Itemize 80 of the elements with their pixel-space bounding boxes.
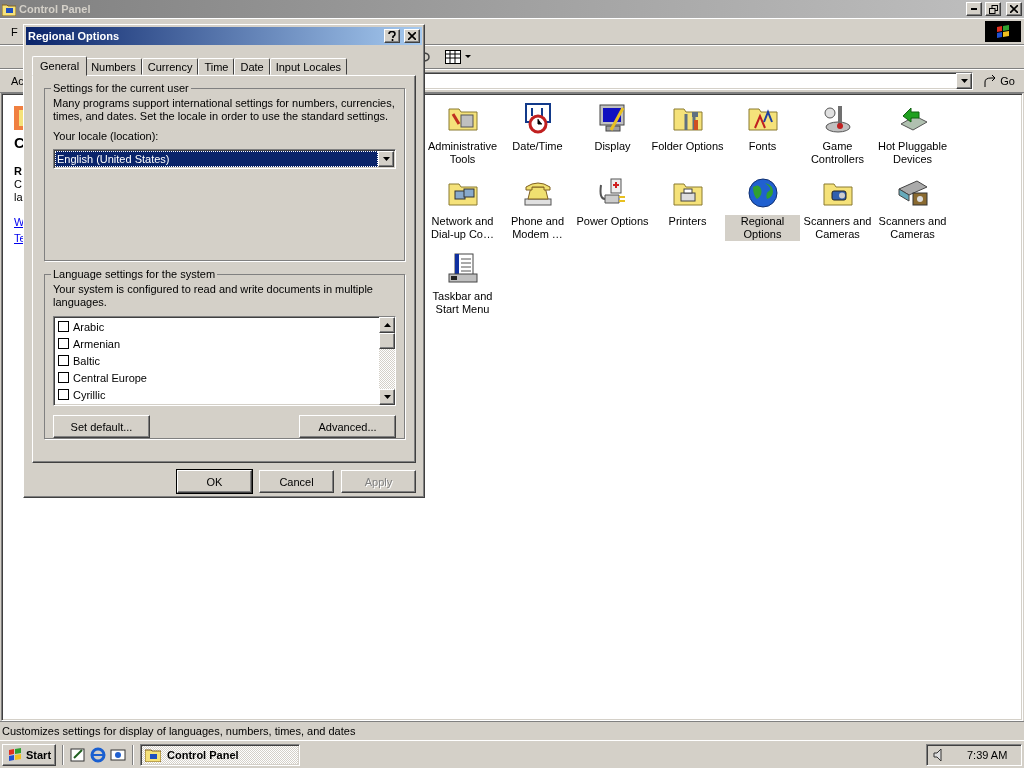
clock: 7:39 AM — [967, 748, 1008, 761]
group-label: Settings for the current user — [52, 82, 190, 94]
checkbox[interactable] — [58, 389, 69, 400]
restore-icon — [988, 4, 998, 14]
tab[interactable]: Input Locales — [269, 58, 348, 75]
control-panel-icon — [2, 2, 16, 16]
dialog-button[interactable]: Set default... — [53, 415, 150, 438]
restore-button[interactable] — [985, 2, 1001, 16]
item-label[interactable]: Administrative Tools — [425, 140, 500, 166]
question-mark-icon — [388, 31, 396, 41]
language-label: Arabic — [73, 320, 105, 333]
help-button[interactable] — [384, 29, 400, 43]
item-label[interactable]: Fonts — [747, 140, 778, 153]
pane-text: C — [14, 178, 22, 191]
menu-item[interactable]: F — [11, 25, 18, 38]
item-label[interactable]: Printers — [667, 215, 708, 228]
scroll-thumb[interactable] — [379, 333, 395, 349]
item-label[interactable]: Scanners and Cameras — [875, 215, 950, 241]
field-label: Your locale (location): — [53, 130, 160, 142]
channel-icon[interactable] — [110, 746, 127, 763]
dialog-button[interactable]: Cancel — [259, 470, 334, 493]
item-label[interactable]: Date/Time — [511, 140, 564, 153]
address-label: Ac — [11, 75, 24, 87]
item-label[interactable]: Scanners and Cameras — [800, 215, 875, 241]
description-text: Your system is configured to read and write documents in multiple languages. — [53, 283, 374, 309]
windows-logo-icon — [7, 746, 23, 763]
scrollbar[interactable] — [379, 317, 395, 405]
tab[interactable]: General — [32, 56, 88, 76]
window-title: Control Panel — [19, 3, 92, 15]
checkbox[interactable] — [58, 321, 69, 332]
globe-icon — [746, 177, 779, 209]
caret-icon — [382, 157, 390, 161]
item-label[interactable]: Game Controllers — [800, 140, 875, 166]
language-label: Central Europe — [73, 371, 147, 384]
close-button[interactable] — [404, 29, 420, 43]
group-label: Language settings for the system — [52, 268, 217, 280]
tab[interactable]: Currency — [141, 58, 199, 75]
browser-icon[interactable] — [90, 746, 107, 763]
taskbar-icon — [446, 252, 479, 284]
item-label[interactable]: Taskbar and Start Menu — [425, 290, 500, 316]
item-label[interactable]: Display — [593, 140, 632, 153]
dialog-button[interactable]: OK — [177, 470, 252, 493]
tab[interactable]: Time — [198, 58, 235, 75]
dialog-title: Regional Options — [28, 30, 121, 42]
tab[interactable]: Date — [234, 58, 270, 75]
pane-text: R — [14, 165, 22, 178]
close-icon — [408, 32, 416, 40]
status-text: Customizes settings for display of languages, numbers, times, and dates — [2, 725, 356, 737]
item-label[interactable]: Network and Dial-up Co… — [425, 215, 500, 241]
close-icon — [1010, 5, 1018, 13]
checkbox[interactable] — [58, 372, 69, 383]
dialog-button[interactable]: Advanced... — [299, 415, 396, 438]
item-label[interactable]: Hot Pluggable Devices — [875, 140, 950, 166]
checkbox[interactable] — [58, 355, 69, 366]
checkbox[interactable] — [58, 338, 69, 349]
minimize-button[interactable] — [966, 2, 982, 16]
item-label[interactable]: Regional Options — [725, 215, 800, 241]
down-arrow-icon — [383, 395, 391, 399]
minimize-icon — [971, 8, 977, 10]
language-label: Cyrillic — [73, 388, 106, 401]
pane-text: la — [14, 191, 23, 204]
views-icon[interactable] — [445, 50, 461, 64]
desktop-icon[interactable] — [70, 746, 87, 763]
language-label: Baltic — [73, 354, 100, 367]
dropdown-button[interactable] — [956, 73, 973, 89]
item-label[interactable]: Folder Options — [650, 140, 725, 153]
taskbar-button[interactable]: Control Panel — [140, 743, 301, 766]
description-text: Many programs support international settings for numbers, currencies, times, and dates. Set the locale in order to use the standard settings. — [53, 97, 396, 123]
locale-dropdown[interactable]: English (United States) — [53, 149, 396, 169]
tab[interactable]: Numbers — [85, 58, 142, 75]
caret-icon — [960, 79, 968, 83]
start-button[interactable]: Start — [2, 743, 57, 766]
item-label[interactable]: Power Options — [575, 215, 650, 228]
up-arrow-icon — [383, 323, 391, 327]
caret-icon[interactable] — [465, 55, 471, 59]
windows-logo-icon — [995, 23, 1011, 40]
close-button[interactable] — [1006, 2, 1022, 16]
arrow-icon — [983, 74, 998, 88]
item-label[interactable]: Phone and Modem … — [500, 215, 575, 241]
language-label: Armenian — [73, 337, 121, 350]
